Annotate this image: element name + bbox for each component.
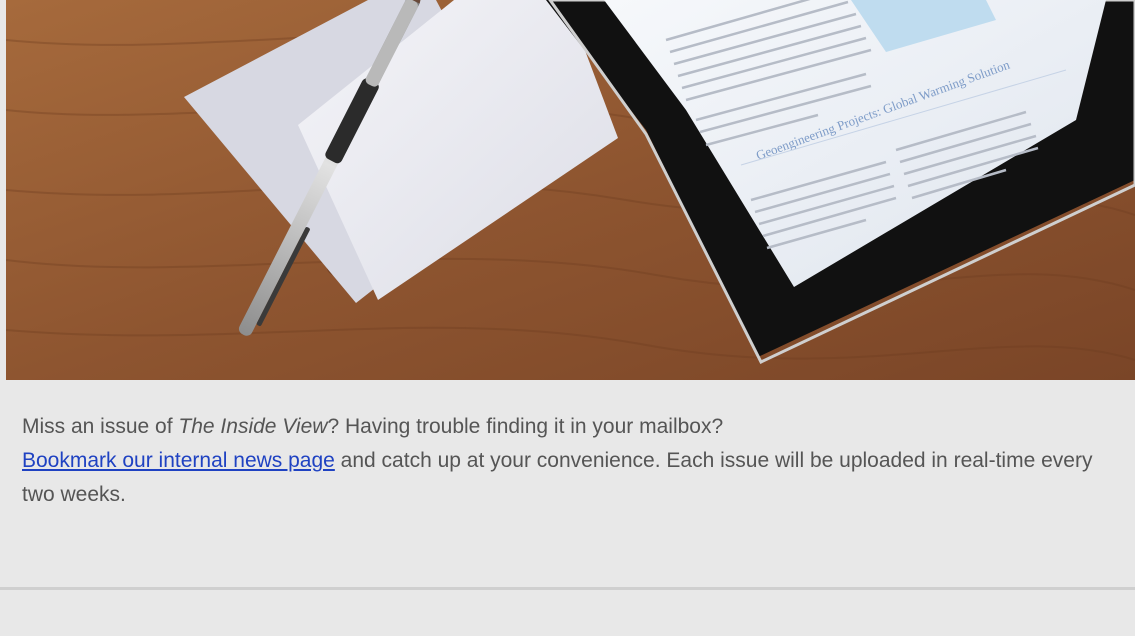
intro-text-1: Miss an issue of (22, 415, 179, 438)
footer-band (0, 590, 1135, 636)
intro-paragraph: Miss an issue of The Inside View? Having… (22, 410, 1122, 512)
bookmark-news-page-link[interactable]: Bookmark our internal news page (22, 449, 335, 472)
hero-image: Geoengineering Projects: Global Warming … (6, 0, 1135, 380)
intro-text-2: ? Having trouble finding it in your mail… (327, 415, 724, 438)
publication-title: The Inside View (178, 415, 328, 438)
